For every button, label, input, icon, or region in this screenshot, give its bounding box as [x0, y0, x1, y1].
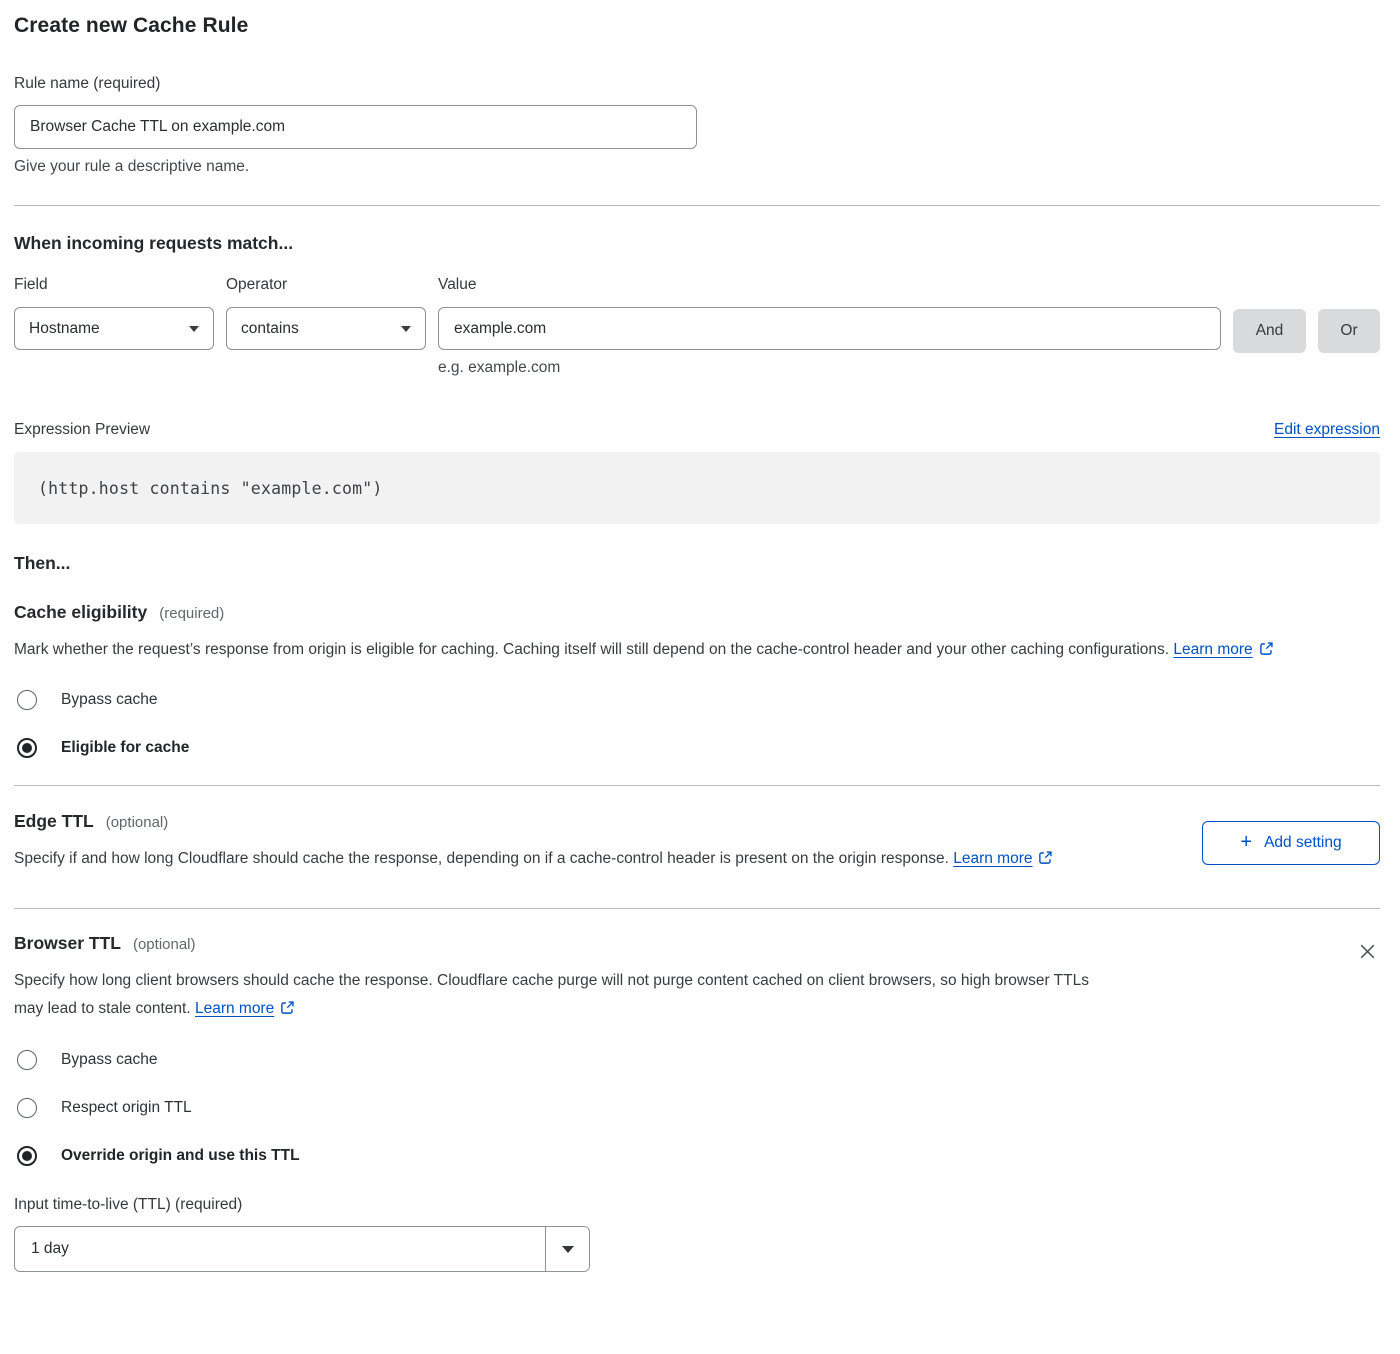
create-cache-rule-form: Create new Cache Rule Rule name (require…: [0, 0, 1400, 1272]
value-helper: e.g. example.com: [438, 359, 1221, 377]
cache-eligibility-title: Cache eligibility: [14, 602, 147, 623]
edge-ttl-learn-more-link[interactable]: Learn more: [953, 850, 1053, 867]
radio-button-icon: [17, 1050, 37, 1070]
match-heading: When incoming requests match...: [14, 233, 1380, 254]
optional-badge: (optional): [133, 936, 196, 953]
field-select[interactable]: Hostname: [14, 307, 214, 350]
and-button[interactable]: And: [1233, 309, 1306, 353]
plus-icon: +: [1240, 832, 1252, 852]
chevron-down-icon: [189, 326, 199, 332]
operator-label: Operator: [226, 276, 426, 294]
external-link-icon: [280, 997, 295, 1025]
section-divider: [14, 785, 1380, 786]
browser-ttl-section: Browser TTL (optional) Specify how long …: [14, 933, 1380, 1025]
browser-ttl-learn-more-link[interactable]: Learn more: [195, 1000, 295, 1017]
edge-ttl-description: Specify if and how long Cloudflare shoul…: [14, 845, 1053, 875]
browser-ttl-content: Browser TTL (optional) Specify how long …: [14, 933, 1094, 1025]
rule-name-helper: Give your rule a descriptive name.: [14, 158, 1380, 176]
radio-respect-origin-ttl[interactable]: Respect origin TTL: [14, 1098, 1380, 1118]
browser-ttl-radio-group: Bypass cache Respect origin TTL Override…: [14, 1050, 1380, 1166]
value-column: Value e.g. example.com: [438, 276, 1221, 377]
section-divider: [14, 908, 1380, 909]
chevron-down-icon: [562, 1246, 574, 1253]
ttl-select[interactable]: 1 day: [14, 1226, 590, 1272]
expression-code: (http.host contains "example.com"): [38, 479, 383, 498]
radio-label: Override origin and use this TTL: [61, 1147, 300, 1165]
page-title: Create new Cache Rule: [14, 14, 1380, 38]
learn-more-label: Learn more: [953, 850, 1032, 867]
cache-eligibility-section: Cache eligibility (required) Mark whethe…: [14, 602, 1380, 758]
radio-label: Bypass cache: [61, 691, 158, 709]
cache-eligibility-description: Mark whether the request’s response from…: [14, 636, 1349, 666]
field-label: Field: [14, 276, 214, 294]
value-label: Value: [438, 276, 1221, 294]
radio-button-icon: [17, 738, 37, 758]
radio-label: Respect origin TTL: [61, 1099, 192, 1117]
radio-button-icon: [17, 690, 37, 710]
browser-ttl-description: Specify how long client browsers should …: [14, 967, 1094, 1025]
external-link-icon: [1038, 847, 1053, 875]
radio-override-origin-ttl[interactable]: Override origin and use this TTL: [14, 1146, 1380, 1166]
browser-ttl-title: Browser TTL: [14, 933, 121, 954]
browser-ttl-header: Browser TTL (optional): [14, 933, 1094, 954]
edge-ttl-header: Edge TTL (optional): [14, 811, 1053, 832]
section-divider: [14, 205, 1380, 206]
rule-name-input[interactable]: [14, 105, 697, 149]
required-badge: (required): [159, 605, 224, 622]
value-input[interactable]: [438, 307, 1221, 350]
chevron-down-icon: [401, 326, 411, 332]
radio-bypass-cache[interactable]: Bypass cache: [14, 690, 1380, 710]
operator-select-value: contains: [241, 320, 299, 338]
learn-more-label: Learn more: [1173, 641, 1252, 658]
match-condition-row: Field Hostname Operator contains Value e…: [14, 276, 1380, 377]
or-button[interactable]: Or: [1318, 309, 1380, 353]
radio-button-icon: [17, 1146, 37, 1166]
operator-column: Operator contains: [226, 276, 426, 350]
external-link-icon: [1259, 638, 1274, 666]
cache-eligibility-radio-group: Bypass cache Eligible for cache: [14, 690, 1380, 758]
edge-ttl-description-text: Specify if and how long Cloudflare shoul…: [14, 850, 949, 867]
edge-ttl-title: Edge TTL: [14, 811, 94, 832]
radio-label: Eligible for cache: [61, 739, 189, 757]
edge-ttl-section: Edge TTL (optional) Specify if and how l…: [14, 811, 1380, 875]
expression-code-block: (http.host contains "example.com"): [14, 452, 1380, 524]
close-icon[interactable]: [1355, 939, 1380, 967]
add-setting-label: Add setting: [1264, 834, 1342, 852]
radio-button-icon: [17, 1098, 37, 1118]
add-setting-button[interactable]: + Add setting: [1202, 821, 1380, 865]
expression-preview-label: Expression Preview: [14, 421, 150, 439]
then-heading: Then...: [14, 553, 1380, 574]
rule-name-label: Rule name (required): [14, 75, 160, 92]
cache-eligibility-learn-more-link[interactable]: Learn more: [1173, 641, 1273, 658]
optional-badge: (optional): [106, 814, 169, 831]
ttl-select-value: 1 day: [15, 1227, 545, 1271]
browser-ttl-description-text: Specify how long client browsers should …: [14, 972, 1089, 1017]
learn-more-label: Learn more: [195, 1000, 274, 1017]
edge-ttl-content: Edge TTL (optional) Specify if and how l…: [14, 811, 1053, 875]
cache-eligibility-header: Cache eligibility (required): [14, 602, 1380, 623]
field-select-value: Hostname: [29, 320, 100, 338]
ttl-input-label: Input time-to-live (TTL) (required): [14, 1196, 1380, 1214]
operator-select[interactable]: contains: [226, 307, 426, 350]
cache-eligibility-description-text: Mark whether the request’s response from…: [14, 641, 1169, 658]
ttl-select-caret-segment[interactable]: [545, 1227, 589, 1271]
edit-expression-link[interactable]: Edit expression: [1274, 421, 1380, 439]
expression-preview-header: Expression Preview Edit expression: [14, 421, 1380, 439]
field-column: Field Hostname: [14, 276, 214, 350]
radio-label: Bypass cache: [61, 1051, 158, 1069]
radio-eligible-for-cache[interactable]: Eligible for cache: [14, 738, 1380, 758]
radio-bypass-cache[interactable]: Bypass cache: [14, 1050, 1380, 1070]
rule-name-section: Rule name (required) Give your rule a de…: [14, 75, 1380, 176]
